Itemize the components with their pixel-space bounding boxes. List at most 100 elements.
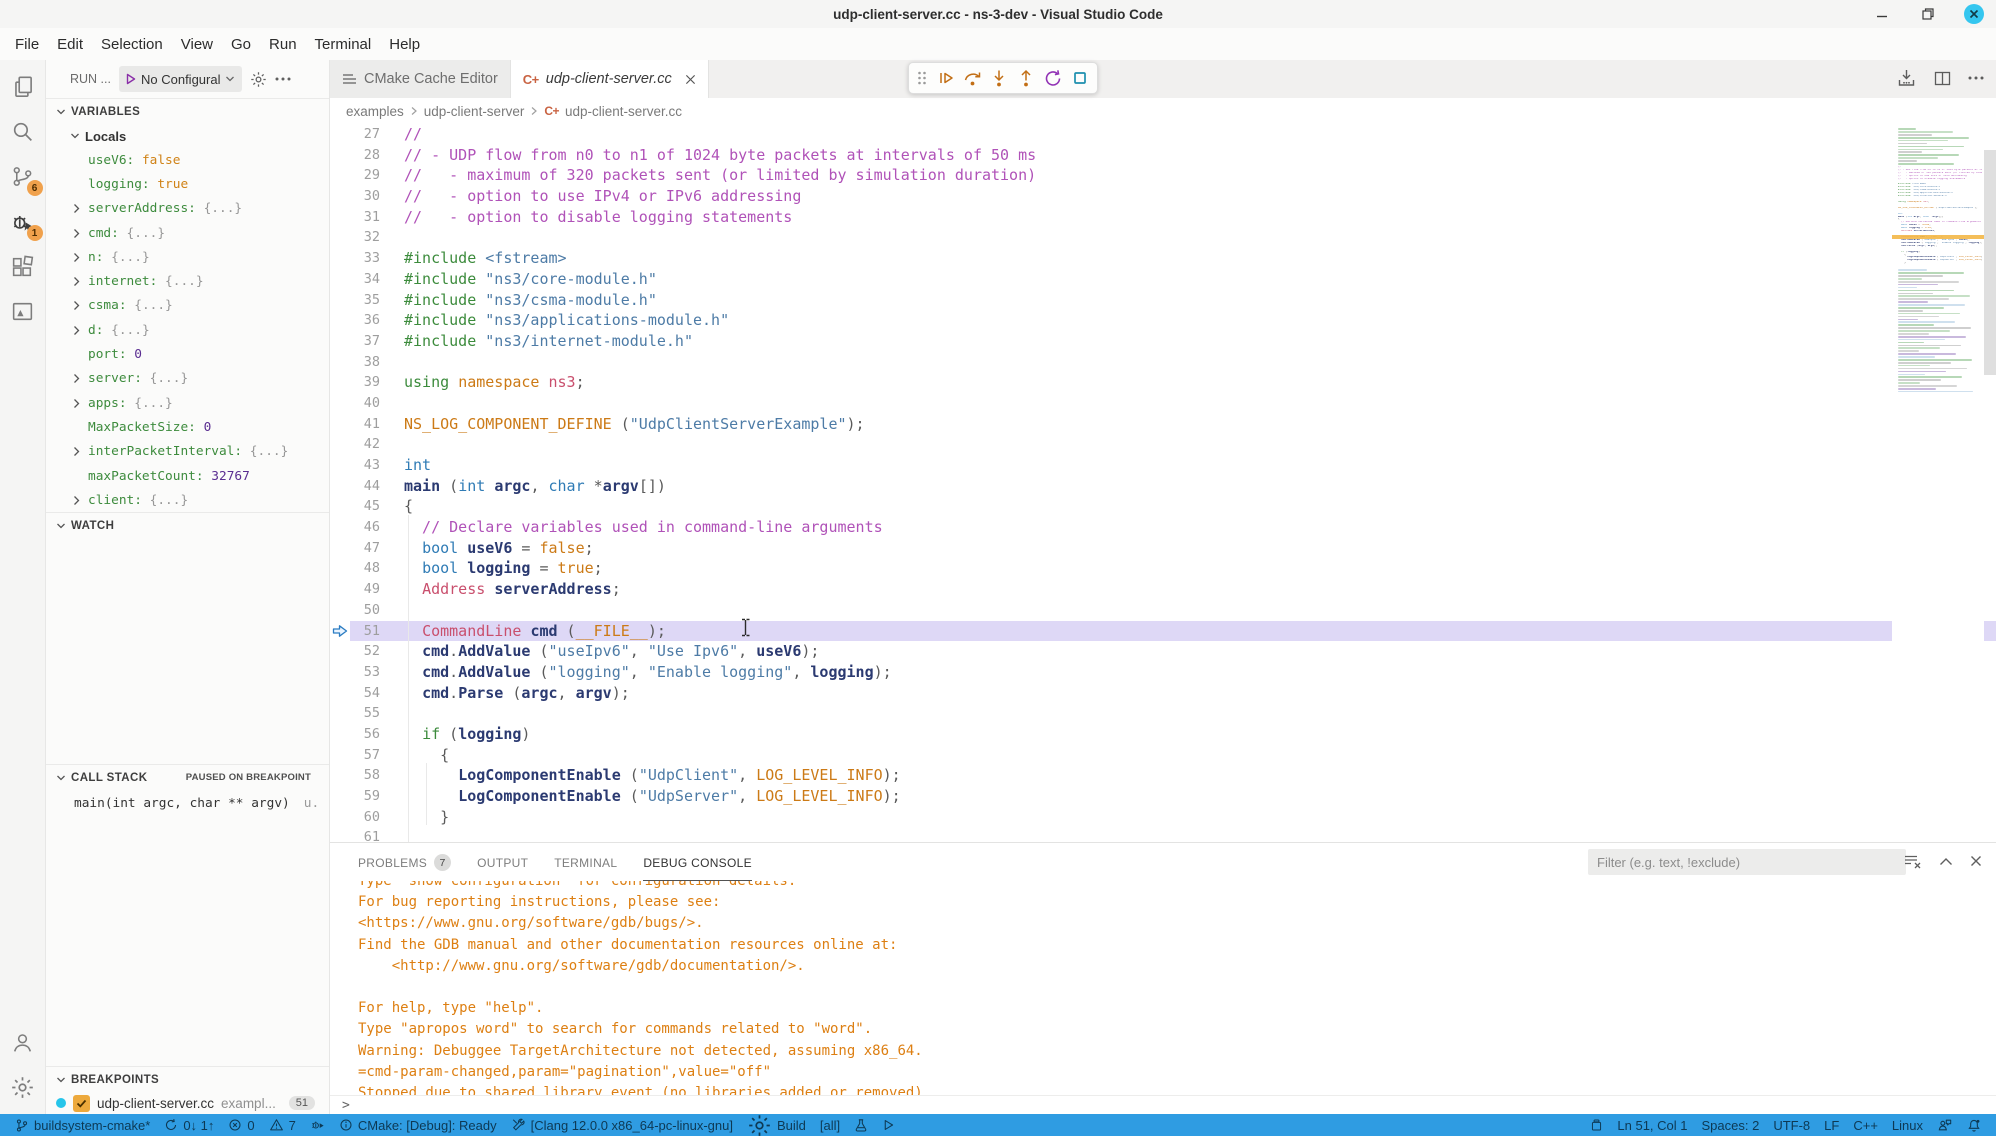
restore-icon[interactable] xyxy=(1918,4,1938,24)
activity-explorer[interactable] xyxy=(0,64,46,109)
code-line[interactable]: 41NS_LOG_COMPONENT_DEFINE ("UdpClientSer… xyxy=(330,414,1996,435)
watch-section-header[interactable]: WATCH xyxy=(46,512,329,538)
code-line[interactable]: 54 cmd.Parse (argc, argv); xyxy=(330,683,1996,704)
code-line[interactable]: 50 xyxy=(330,600,1996,621)
status-indentation[interactable]: Spaces: 2 xyxy=(1695,1114,1767,1136)
variable-row[interactable]: server: {...} xyxy=(46,367,329,391)
variable-row[interactable]: serverAddress: {...} xyxy=(46,197,329,221)
launch-configuration-dropdown[interactable]: No Configural xyxy=(119,66,243,92)
code-line[interactable]: 36#include "ns3/applications-module.h" xyxy=(330,310,1996,331)
menu-help[interactable]: Help xyxy=(380,36,429,53)
code-line[interactable]: 31// - option to disable logging stateme… xyxy=(330,207,1996,228)
variables-section-header[interactable]: VARIABLES xyxy=(46,98,329,124)
menu-view[interactable]: View xyxy=(172,36,222,53)
menu-selection[interactable]: Selection xyxy=(92,36,172,53)
stack-frame-row[interactable]: main(int argc, char ** argv) u. xyxy=(46,790,329,816)
code-line[interactable]: 59 LogComponentEnable ("UdpServer", LOG_… xyxy=(330,786,1996,807)
code-line[interactable]: 60 } xyxy=(330,807,1996,828)
code-line[interactable]: 43int xyxy=(330,455,1996,476)
status-language-mode[interactable]: C++ xyxy=(1846,1114,1885,1136)
status-sync-changes[interactable]: 0↓ 1↑ xyxy=(157,1114,221,1136)
panel-tab-output[interactable]: OUTPUT xyxy=(477,843,528,881)
code-line[interactable]: 56 if (logging) xyxy=(330,724,1996,745)
panel-tab-terminal[interactable]: TERMINAL xyxy=(554,843,617,881)
code-line[interactable]: 39using namespace ns3; xyxy=(330,372,1996,393)
console-filter-input[interactable]: Filter (e.g. text, !exclude) xyxy=(1588,849,1906,875)
code-line[interactable]: 38 xyxy=(330,352,1996,373)
code-line[interactable]: 46 // Declare variables used in command-… xyxy=(330,517,1996,538)
menu-file[interactable]: File xyxy=(6,36,48,53)
panel-tab-debug-console[interactable]: DEBUG CONSOLE xyxy=(643,843,752,881)
code-line[interactable]: 28// - UDP flow from n0 to n1 of 1024 by… xyxy=(330,145,1996,166)
code-line[interactable]: 35#include "ns3/csma-module.h" xyxy=(330,290,1996,311)
close-panel-icon[interactable] xyxy=(1970,853,1982,869)
breakpoints-section-header[interactable]: BREAKPOINTS xyxy=(46,1066,329,1092)
status-notifications[interactable] xyxy=(1960,1114,1988,1136)
code-line[interactable]: 52 cmd.AddValue ("useIpv6", "Use Ipv6", … xyxy=(330,641,1996,662)
status-build-target[interactable]: [all] xyxy=(813,1114,847,1136)
step-over-icon[interactable] xyxy=(962,68,983,88)
activity-search[interactable] xyxy=(0,109,46,154)
menu-edit[interactable]: Edit xyxy=(48,36,92,53)
activity-cmake[interactable] xyxy=(0,289,46,334)
status-remote-indicator[interactable] xyxy=(1583,1114,1610,1136)
split-editor-icon[interactable] xyxy=(1933,68,1952,88)
status-active-kit[interactable]: [Clang 12.0.0 x86_64-pc-linux-gnu] xyxy=(504,1114,740,1136)
status-errors[interactable]: 0 xyxy=(221,1114,261,1136)
variable-row[interactable]: csma: {...} xyxy=(46,294,329,318)
code-line[interactable]: 49 Address serverAddress; xyxy=(330,579,1996,600)
step-out-icon[interactable] xyxy=(1016,68,1036,88)
code-line[interactable]: 57 { xyxy=(330,745,1996,766)
step-into-icon[interactable] xyxy=(989,68,1009,88)
code-line[interactable]: 44main (int argc, char *argv[]) xyxy=(330,476,1996,497)
code-line[interactable]: 37#include "ns3/internet-module.h" xyxy=(330,331,1996,352)
variable-row[interactable]: port: 0 xyxy=(46,342,329,366)
status-eol[interactable]: LF xyxy=(1817,1114,1846,1136)
breadcrumb-item[interactable]: udp-client-server.cc xyxy=(565,104,682,119)
editor-scrollbar[interactable] xyxy=(1984,150,1996,375)
variable-row[interactable]: apps: {...} xyxy=(46,391,329,415)
code-line[interactable]: 61 xyxy=(330,827,1996,842)
maximize-panel-icon[interactable] xyxy=(1939,853,1953,869)
code-line[interactable]: 33#include <fstream> xyxy=(330,248,1996,269)
more-actions-icon[interactable] xyxy=(275,77,291,81)
clear-console-icon[interactable] xyxy=(1904,853,1922,869)
code-line[interactable]: 27// xyxy=(330,124,1996,145)
close-icon[interactable] xyxy=(1964,4,1984,24)
code-editor[interactable]: 27//28// - UDP flow from n0 to n1 of 102… xyxy=(330,124,1996,842)
variable-row[interactable]: d: {...} xyxy=(46,318,329,342)
variable-row[interactable]: useV6: false xyxy=(46,148,329,172)
status-os-indicator[interactable]: Linux xyxy=(1885,1114,1930,1136)
debug-settings-gear-icon[interactable] xyxy=(250,71,267,88)
code-line[interactable]: 40 xyxy=(330,393,1996,414)
variable-row[interactable]: MaxPacketSize: 0 xyxy=(46,415,329,439)
menu-run[interactable]: Run xyxy=(260,36,306,53)
activity-accounts[interactable] xyxy=(0,1020,46,1065)
code-line[interactable]: 51 CommandLine cmd (__FILE__); xyxy=(330,621,1996,642)
menu-go[interactable]: Go xyxy=(222,36,260,53)
variable-row[interactable]: internet: {...} xyxy=(46,269,329,293)
code-line[interactable]: 55 xyxy=(330,703,1996,724)
tab-cmake-cache-editor[interactable]: CMake Cache Editor xyxy=(330,60,511,98)
status-cursor-position[interactable]: Ln 51, Col 1 xyxy=(1610,1114,1694,1136)
code-line[interactable]: 47 bool useV6 = false; xyxy=(330,538,1996,559)
panel-tab-problems[interactable]: PROBLEMS7 xyxy=(358,843,451,881)
debug-console-output[interactable]: Type "show configuration" for configurat… xyxy=(330,881,1996,1095)
status-warnings[interactable]: 7 xyxy=(262,1114,303,1136)
variable-row[interactable]: maxPacketCount: 32767 xyxy=(46,464,329,488)
tab-close-icon[interactable] xyxy=(685,74,696,85)
breadcrumb-item[interactable]: udp-client-server xyxy=(424,104,525,119)
restart-icon[interactable] xyxy=(1043,68,1063,88)
menu-terminal[interactable]: Terminal xyxy=(306,36,381,53)
activity-settings[interactable] xyxy=(0,1065,46,1110)
code-line[interactable]: 42 xyxy=(330,434,1996,455)
status-debug-status[interactable] xyxy=(303,1114,332,1136)
variable-row[interactable]: interPacketInterval: {...} xyxy=(46,440,329,464)
code-line[interactable]: 45{ xyxy=(330,496,1996,517)
locals-scope-row[interactable]: Locals xyxy=(46,124,329,148)
tab-udp-client-server-cc[interactable]: C+udp-client-server.cc xyxy=(511,60,709,98)
code-line[interactable]: 29// - maximum of 320 packets sent (or l… xyxy=(330,165,1996,186)
code-line[interactable]: 34#include "ns3/core-module.h" xyxy=(330,269,1996,290)
minimap[interactable]: //// - UDP flow from n0 to n1 of 1024 by… xyxy=(1892,124,1984,842)
status-git-branch[interactable]: buildsystem-cmake* xyxy=(8,1114,157,1136)
